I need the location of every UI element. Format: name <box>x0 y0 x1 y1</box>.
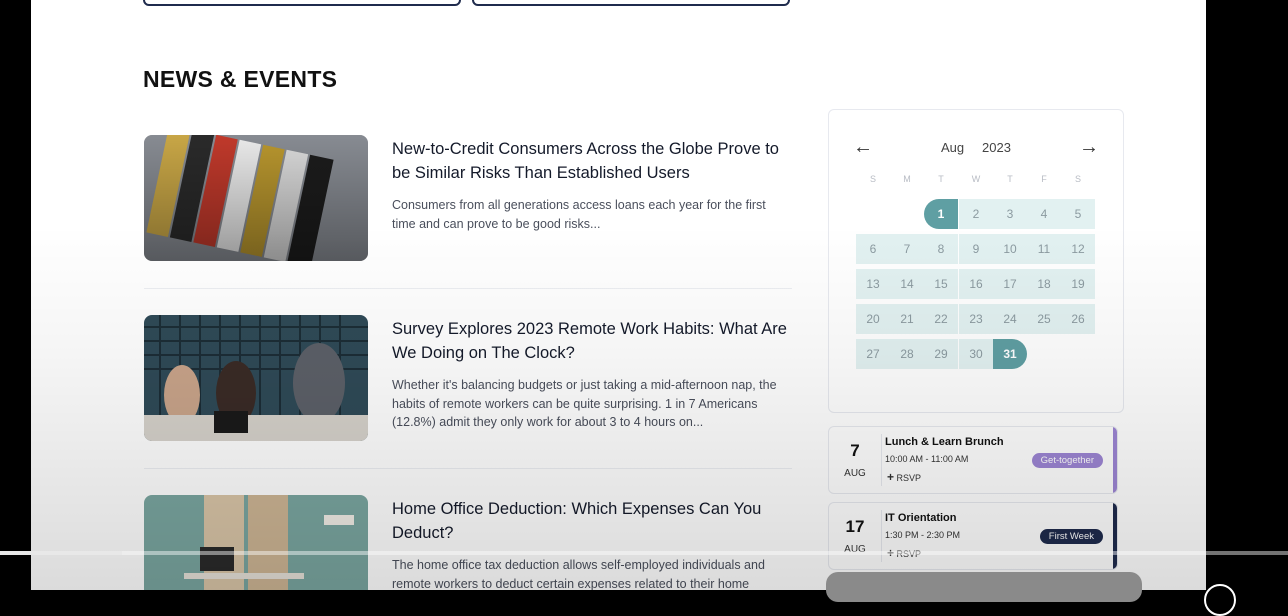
weekday-label: S <box>1074 174 1081 184</box>
article-excerpt: Whether it's balancing budgets or just t… <box>392 378 777 429</box>
calendar-day[interactable]: 18 <box>1027 269 1061 299</box>
arrow-right-icon[interactable]: → <box>1079 136 1099 159</box>
weekday-label: T <box>1007 174 1013 184</box>
rsvp-label: RSVP <box>896 473 922 483</box>
event-tag: Get-together <box>1031 453 1103 468</box>
calendar-month[interactable]: Aug <box>941 140 964 155</box>
event-title: Lunch & Learn Brunch <box>885 436 1004 448</box>
calendar-day[interactable]: 20 <box>856 304 890 334</box>
calendar-day[interactable]: 17 <box>993 269 1027 299</box>
calendar-day[interactable]: 28 <box>890 339 924 369</box>
event-title: IT Orientation <box>885 512 957 524</box>
calendar-day[interactable]: 29 <box>924 339 958 369</box>
calendar-day[interactable]: 2 <box>959 199 993 229</box>
calendar-day[interactable]: 11 <box>1027 234 1061 264</box>
calendar-day[interactable]: 13 <box>856 269 890 299</box>
credit-cards-image[interactable] <box>144 135 368 261</box>
event-day: 7 <box>850 441 860 460</box>
calendar-day[interactable]: 3 <box>993 199 1027 229</box>
weekday-label: S <box>869 174 876 184</box>
player-control-icon[interactable] <box>1204 584 1236 616</box>
divider <box>144 468 792 469</box>
calendar-day[interactable]: 21 <box>890 304 924 334</box>
article-item[interactable]: New-to-Credit Consumers Across the Globe… <box>144 135 794 265</box>
home-office-image[interactable] <box>144 495 368 590</box>
calendar-day[interactable]: 26 <box>1061 304 1095 334</box>
plus-icon: + <box>887 470 895 484</box>
top-button-right[interactable] <box>472 0 790 6</box>
calendar-day[interactable]: 25 <box>1027 304 1061 334</box>
calendar-day[interactable]: 8 <box>924 234 958 264</box>
event-time: 1:30 PM - 2:30 PM <box>885 530 961 540</box>
calendar-day[interactable]: 23 <box>959 304 993 334</box>
event-month: AUG <box>844 468 866 479</box>
calendar-widget: ← → Aug 2023 SMTWTFS 1 2 3 4 5 6 7 8 9 10 11 12 13 14… <box>828 109 1124 413</box>
video-control-pill[interactable] <box>826 572 1142 602</box>
arrow-left-icon[interactable]: ← <box>853 136 873 159</box>
calendar-day[interactable]: 14 <box>890 269 924 299</box>
article-title[interactable]: Home Office Deduction: Which Expenses Ca… <box>392 497 792 545</box>
event-separator <box>881 434 882 486</box>
event-tag: First Week <box>1039 529 1103 544</box>
calendar-day[interactable]: 10 <box>993 234 1027 264</box>
calendar-day[interactable]: 12 <box>1061 234 1095 264</box>
weekday-label: W <box>971 174 981 184</box>
article-item[interactable]: Survey Explores 2023 Remote Work Habits:… <box>144 315 794 445</box>
weekday-label: M <box>903 174 911 184</box>
calendar-day[interactable]: 15 <box>924 269 958 299</box>
calendar-day[interactable]: 7 <box>890 234 924 264</box>
video-progress-fill <box>0 551 123 555</box>
calendar-year[interactable]: 2023 <box>982 140 1011 155</box>
calendar-day[interactable]: 4 <box>1027 199 1061 229</box>
calendar-day[interactable]: 24 <box>993 304 1027 334</box>
calendar-day[interactable]: 27 <box>856 339 890 369</box>
video-progress-bar[interactable] <box>0 551 1288 555</box>
calendar-day[interactable]: 6 <box>856 234 890 264</box>
event-card[interactable]: 17 AUG IT Orientation 1:30 PM - 2:30 PM … <box>828 502 1118 570</box>
calendar-day[interactable]: 30 <box>959 339 993 369</box>
divider <box>144 288 792 289</box>
article-excerpt: Consumers from all generations access lo… <box>392 198 766 231</box>
weekday-label: T <box>938 174 944 184</box>
calendar-day[interactable]: 22 <box>924 304 958 334</box>
section-title: NEWS & EVENTS <box>143 66 338 92</box>
article-title[interactable]: New-to-Credit Consumers Across the Globe… <box>392 137 792 185</box>
top-button-left[interactable] <box>143 0 461 6</box>
event-accent-bar <box>1113 427 1117 493</box>
calendar-day[interactable]: 9 <box>959 234 993 264</box>
remote-work-image[interactable] <box>144 315 368 441</box>
article-item[interactable]: Home Office Deduction: Which Expenses Ca… <box>144 495 794 590</box>
calendar-day[interactable]: 1 <box>924 199 958 229</box>
event-card[interactable]: 7 AUG Lunch & Learn Brunch 10:00 AM - 11… <box>828 426 1118 494</box>
event-day: 17 <box>845 517 865 536</box>
rsvp-button[interactable]: + RSVP <box>887 470 921 484</box>
page: NEWS & EVENTS New-to-Credit Consumers Ac… <box>31 0 1206 590</box>
weekday-label: F <box>1041 174 1047 184</box>
calendar-day[interactable]: 16 <box>959 269 993 299</box>
article-title[interactable]: Survey Explores 2023 Remote Work Habits:… <box>392 317 792 365</box>
calendar-day[interactable]: 19 <box>1061 269 1095 299</box>
event-time: 10:00 AM - 11:00 AM <box>885 454 969 464</box>
calendar-day[interactable]: 5 <box>1061 199 1095 229</box>
event-accent-bar <box>1113 503 1117 569</box>
calendar-day[interactable]: 31 <box>993 339 1027 369</box>
article-excerpt: The home office tax deduction allows sel… <box>392 558 765 590</box>
